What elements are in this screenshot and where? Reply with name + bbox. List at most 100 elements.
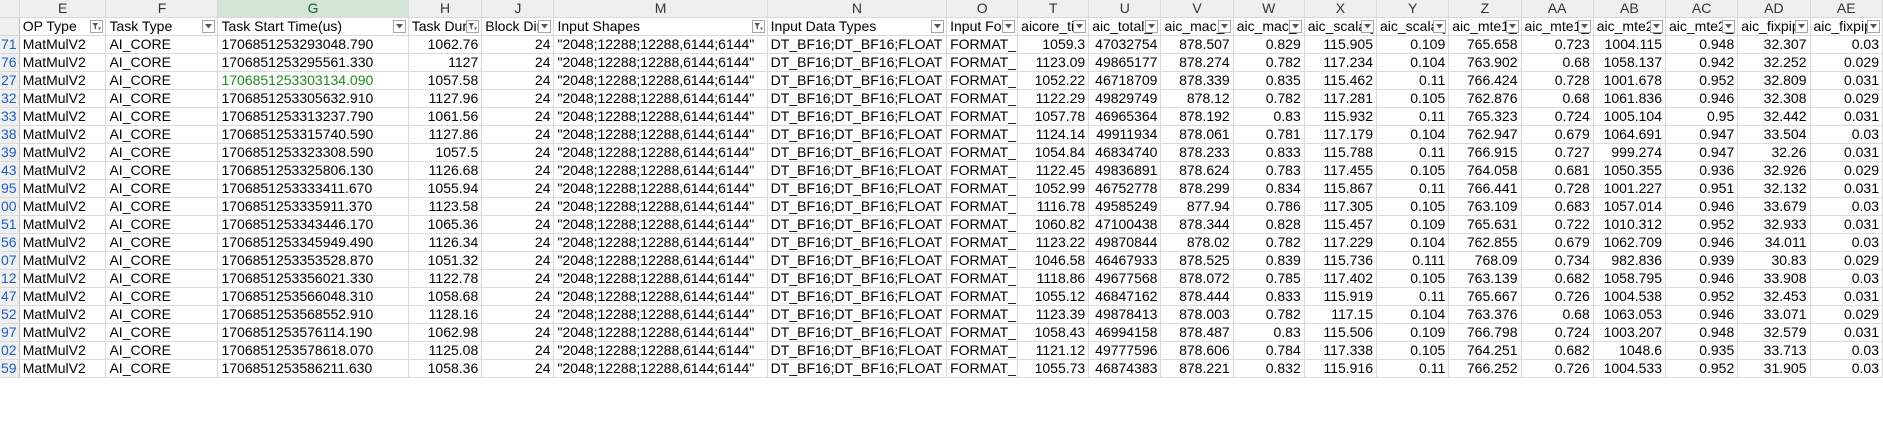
cell-w[interactable]: 0.784 xyxy=(1233,341,1305,360)
cell-ad[interactable]: 33.713 xyxy=(1737,341,1811,360)
cell-ad[interactable]: 33.679 xyxy=(1737,197,1811,216)
cell-e[interactable]: MatMulV2 xyxy=(19,161,107,180)
cell-f[interactable]: AI_CORE xyxy=(105,323,219,342)
cell-x[interactable]: 117.305 xyxy=(1304,197,1378,216)
header-cell-h[interactable]: Task Duration(us) xyxy=(408,17,483,36)
header-cell-v[interactable]: aic_mac_time(us) xyxy=(1160,17,1234,36)
header-cell-ac[interactable]: aic_mte2_ratio xyxy=(1665,17,1739,36)
cell-ae[interactable]: 0.029 xyxy=(1810,305,1883,324)
cell-aa[interactable]: 0.734 xyxy=(1521,251,1594,270)
cell-u[interactable]: 49836891 xyxy=(1088,161,1162,180)
cell-g[interactable]: 1706851253293048.790 xyxy=(217,35,409,54)
cell-z[interactable]: 763.109 xyxy=(1448,197,1522,216)
cell-ad[interactable]: 32.252 xyxy=(1737,53,1811,72)
cell-h[interactable]: 1055.94 xyxy=(408,179,483,198)
cell-ac[interactable]: 0.952 xyxy=(1665,71,1739,90)
cell-e[interactable]: MatMulV2 xyxy=(19,305,107,324)
cell-n[interactable]: DT_BF16;DT_BF16;FLOAT xyxy=(767,251,948,270)
cell-x[interactable]: 115.916 xyxy=(1304,359,1378,378)
cell-v[interactable]: 878.339 xyxy=(1160,71,1234,90)
cell-e[interactable]: MatMulV2 xyxy=(19,197,107,216)
cell-t[interactable]: 1123.22 xyxy=(1017,233,1090,252)
cell-u[interactable]: 49585249 xyxy=(1088,197,1162,216)
cell-x[interactable]: 115.919 xyxy=(1304,287,1378,306)
cell-x[interactable]: 115.457 xyxy=(1304,215,1378,234)
cell-y[interactable]: 0.111 xyxy=(1376,251,1450,270)
column-letter-ac[interactable]: AC xyxy=(1665,0,1739,18)
header-cell-ab[interactable]: aic_mte2_time(us) xyxy=(1593,17,1667,36)
cell-f[interactable]: AI_CORE xyxy=(105,269,219,288)
cell-ad[interactable]: 32.307 xyxy=(1737,35,1811,54)
column-letter-h[interactable]: H xyxy=(408,0,483,18)
cell-o[interactable]: FORMAT_N xyxy=(946,161,1019,180)
cell-j[interactable]: 24 xyxy=(481,179,555,198)
filter-dropdown-icon[interactable] xyxy=(1577,20,1591,33)
cell-h[interactable]: 1127.86 xyxy=(408,125,483,144)
cell-v[interactable]: 878.606 xyxy=(1160,341,1234,360)
row-number[interactable]: 33 xyxy=(0,107,20,126)
cell-e[interactable]: MatMulV2 xyxy=(19,233,107,252)
cell-aa[interactable]: 0.722 xyxy=(1521,215,1594,234)
cell-j[interactable]: 24 xyxy=(481,35,555,54)
cell-n[interactable]: DT_BF16;DT_BF16;FLOAT xyxy=(767,341,948,360)
cell-f[interactable]: AI_CORE xyxy=(105,125,219,144)
cell-z[interactable]: 762.876 xyxy=(1448,89,1522,108)
cell-o[interactable]: FORMAT_N xyxy=(946,233,1019,252)
cell-ad[interactable]: 33.504 xyxy=(1737,125,1811,144)
row-number[interactable]: 47 xyxy=(0,287,20,306)
cell-f[interactable]: AI_CORE xyxy=(105,341,219,360)
cell-v[interactable]: 878.344 xyxy=(1160,215,1234,234)
cell-o[interactable]: FORMAT_N xyxy=(946,359,1019,378)
cell-g[interactable]: 1706851253323308.590 xyxy=(217,143,409,162)
cell-y[interactable]: 0.105 xyxy=(1376,269,1450,288)
cell-t[interactable]: 1055.73 xyxy=(1017,359,1090,378)
cell-ae[interactable]: 0.03 xyxy=(1810,233,1883,252)
cell-v[interactable]: 878.525 xyxy=(1160,251,1234,270)
row-number[interactable]: 27 xyxy=(0,71,20,90)
cell-z[interactable]: 766.915 xyxy=(1448,143,1522,162)
cell-j[interactable]: 24 xyxy=(481,305,555,324)
cell-t[interactable]: 1118.86 xyxy=(1017,269,1090,288)
header-cell-f[interactable]: Task Type xyxy=(105,17,219,36)
cell-e[interactable]: MatMulV2 xyxy=(19,89,107,108)
cell-ac[interactable]: 0.946 xyxy=(1665,233,1739,252)
cell-m[interactable]: "2048;12288;12288,6144;6144" xyxy=(553,269,768,288)
filter-dropdown-icon[interactable] xyxy=(1073,20,1087,33)
header-cell-w[interactable]: aic_mac_ratio xyxy=(1233,17,1305,36)
cell-ac[interactable]: 0.95 xyxy=(1665,107,1739,126)
filter-active-icon[interactable] xyxy=(751,20,765,33)
cell-ab[interactable]: 1010.312 xyxy=(1593,215,1667,234)
cell-y[interactable]: 0.11 xyxy=(1376,71,1450,90)
cell-o[interactable]: FORMAT_N xyxy=(946,287,1019,306)
cell-ac[interactable]: 0.951 xyxy=(1665,179,1739,198)
row-number[interactable]: 95 xyxy=(0,179,20,198)
cell-n[interactable]: DT_BF16;DT_BF16;FLOAT xyxy=(767,107,948,126)
cell-w[interactable]: 0.781 xyxy=(1233,125,1305,144)
header-cell-u[interactable]: aic_total_cycles xyxy=(1088,17,1162,36)
cell-h[interactable]: 1061.56 xyxy=(408,107,483,126)
cell-m[interactable]: "2048;12288;12288,6144;6144" xyxy=(553,89,768,108)
cell-g[interactable]: 1706851253356021.330 xyxy=(217,269,409,288)
cell-g[interactable]: 1706851253353528.870 xyxy=(217,251,409,270)
cell-o[interactable]: FORMAT_N xyxy=(946,53,1019,72)
cell-ab[interactable]: 1062.709 xyxy=(1593,233,1667,252)
cell-t[interactable]: 1122.29 xyxy=(1017,89,1090,108)
cell-y[interactable]: 0.11 xyxy=(1376,287,1450,306)
cell-n[interactable]: DT_BF16;DT_BF16;FLOAT xyxy=(767,287,948,306)
cell-w[interactable]: 0.783 xyxy=(1233,161,1305,180)
cell-g[interactable]: 1706851253568552.910 xyxy=(217,305,409,324)
cell-ae[interactable]: 0.031 xyxy=(1810,107,1883,126)
cell-ae[interactable]: 0.03 xyxy=(1810,197,1883,216)
cell-o[interactable]: FORMAT_N xyxy=(946,341,1019,360)
cell-w[interactable]: 0.83 xyxy=(1233,107,1305,126)
cell-x[interactable]: 115.506 xyxy=(1304,323,1378,342)
cell-aa[interactable]: 0.724 xyxy=(1521,107,1594,126)
cell-aa[interactable]: 0.682 xyxy=(1521,341,1594,360)
cell-ab[interactable]: 1058.137 xyxy=(1593,53,1667,72)
cell-m[interactable]: "2048;12288;12288,6144;6144" xyxy=(553,53,768,72)
cell-y[interactable]: 0.104 xyxy=(1376,125,1450,144)
cell-ab[interactable]: 1063.053 xyxy=(1593,305,1667,324)
cell-w[interactable]: 0.782 xyxy=(1233,305,1305,324)
cell-ad[interactable]: 33.071 xyxy=(1737,305,1811,324)
cell-aa[interactable]: 0.727 xyxy=(1521,143,1594,162)
